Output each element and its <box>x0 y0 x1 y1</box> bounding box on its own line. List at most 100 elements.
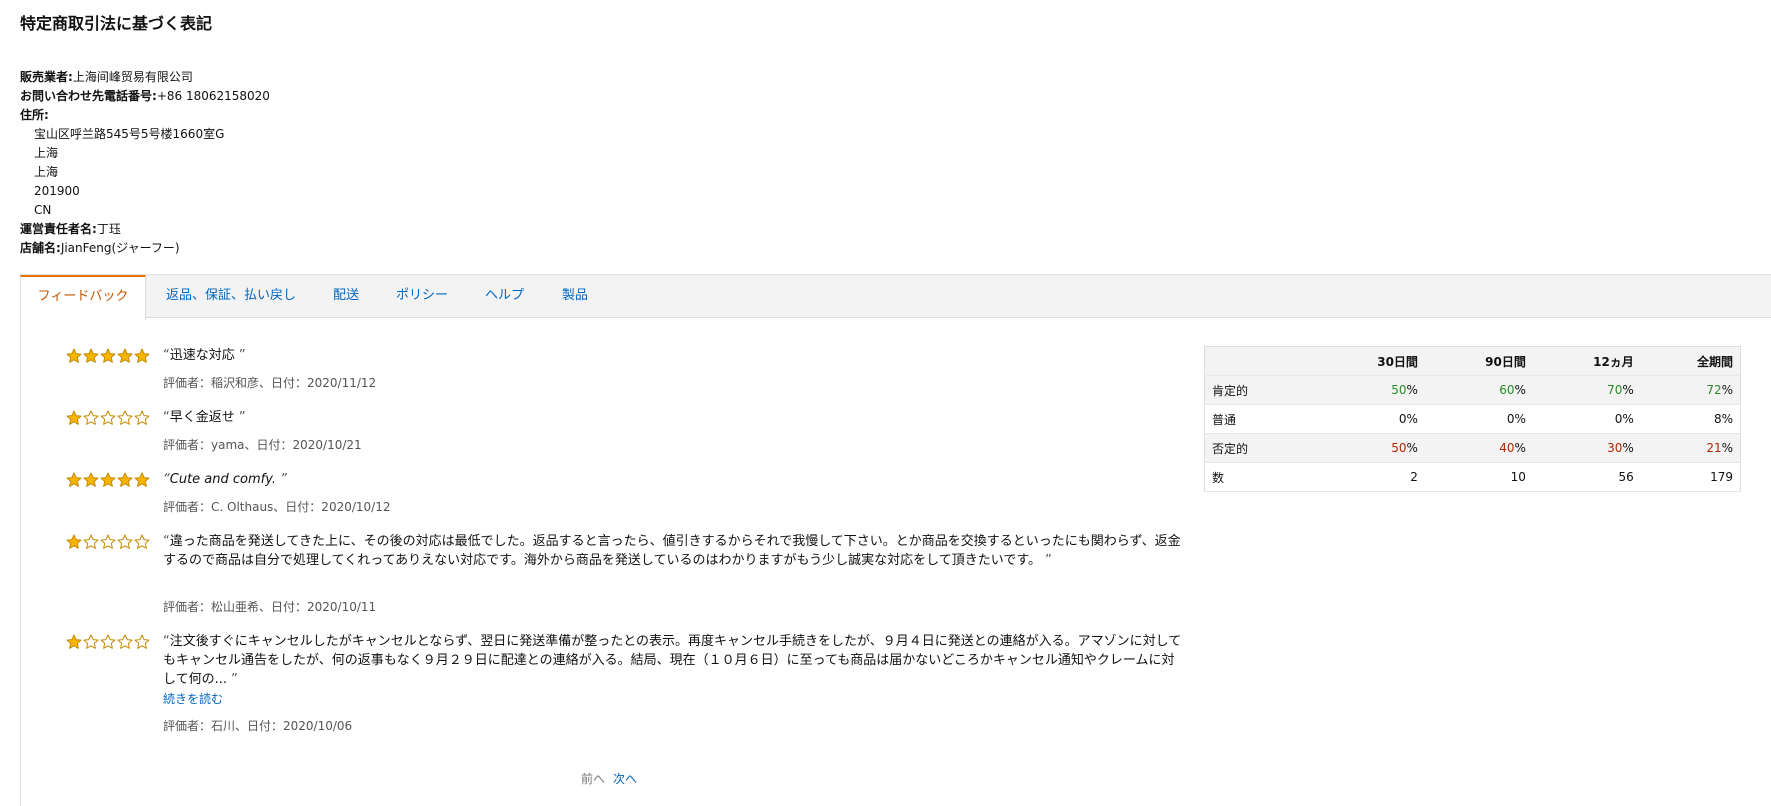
star-empty-icon <box>83 410 99 425</box>
star-rating <box>66 534 150 550</box>
seller-label: 販売業者: <box>20 70 73 84</box>
review-body: Cute and comfy. <box>169 472 277 487</box>
stats-suffix: % <box>1406 441 1418 455</box>
stats-row-positive: 肯定的 50% 60% 70% 72% <box>1204 375 1741 405</box>
stats-cell: 72% <box>1640 375 1741 405</box>
store-label: 店舗名: <box>20 241 61 255</box>
stats-suffix: % <box>1406 412 1418 426</box>
page-title: 特定商取引法に基づく表記 <box>20 14 213 33</box>
star-rating <box>66 410 150 426</box>
address-line: 201900 <box>34 184 80 198</box>
stats-value: 72 <box>1706 383 1722 397</box>
star-empty-icon <box>134 534 150 549</box>
tab-returns[interactable]: 返品、保証、払い戻し <box>166 275 296 319</box>
review-meta: 評価者：松山亜希、日付：2020/10/11 <box>163 600 377 614</box>
stats-cell: 56 <box>1532 462 1641 492</box>
stats-row-label: 数 <box>1204 462 1317 492</box>
stats-value: 2 <box>1410 470 1418 484</box>
stats-cell: 2 <box>1317 462 1425 492</box>
address-line: 宝山区呼兰路545号5号楼1660室G <box>34 127 225 141</box>
stats-row-label: 肯定的 <box>1204 375 1317 405</box>
address-line: 上海 <box>34 165 59 179</box>
stats-cell: 179 <box>1640 462 1741 492</box>
stats-value: 21 <box>1706 441 1722 455</box>
open-quote: “ <box>163 472 170 487</box>
stats-header-corner <box>1204 346 1317 376</box>
seller-row: 販売業者:上海间峰贸易有限公司 <box>20 68 270 87</box>
tab-shipping[interactable]: 配送 <box>333 275 359 319</box>
manager-row: 運営責任者名:丁珏 <box>20 220 270 239</box>
star-empty-icon <box>100 534 116 549</box>
stats-value: 8 <box>1713 412 1722 426</box>
seller-value: 上海间峰贸易有限公司 <box>72 70 193 84</box>
tab-products[interactable]: 製品 <box>562 275 588 319</box>
star-filled-icon <box>66 634 82 649</box>
tab-help[interactable]: ヘルプ <box>485 275 524 319</box>
review-text: “違った商品を発送してきた上に、その後の対応は最低でした。返品すると言ったら、値… <box>163 532 1183 570</box>
review-body: 迅速な対応 <box>169 348 235 363</box>
next-page-button[interactable]: 次へ <box>613 772 637 786</box>
review-body: 違った商品を発送してきた上に、その後の対応は最低でした。返品すると言ったら、値引… <box>163 534 1181 568</box>
stats-cell: 60% <box>1424 375 1533 405</box>
stats-header-90d: 90日間 <box>1424 346 1533 376</box>
manager-value: 丁珏 <box>96 222 121 236</box>
stats-cell: 50% <box>1317 433 1425 463</box>
phone-value: +86 18062158020 <box>156 89 270 103</box>
stats-suffix: % <box>1514 412 1526 426</box>
stats-suffix: % <box>1721 412 1733 426</box>
review-body: 注文後すぐにキャンセルしたがキャンセルとならず、翌日に発送準備が整ったとの表示。… <box>163 634 1182 687</box>
store-value: JianFeng(ジャーフー) <box>60 241 180 255</box>
stats-value: 60 <box>1499 383 1515 397</box>
star-empty-icon <box>83 634 99 649</box>
star-filled-icon <box>83 348 99 363</box>
stats-row-label: 普通 <box>1204 404 1317 434</box>
stats-value: 0 <box>1398 412 1407 426</box>
seller-info: 販売業者:上海间峰贸易有限公司 お問い合わせ先電話番号:+86 18062158… <box>20 68 270 258</box>
tab-feedback[interactable]: フィードバック <box>20 275 146 320</box>
star-filled-icon <box>100 348 116 363</box>
stats-value: 50 <box>1391 441 1407 455</box>
stats-value: 10 <box>1510 470 1526 484</box>
star-empty-icon <box>134 634 150 649</box>
stats-suffix: % <box>1622 412 1634 426</box>
close-quote: ” <box>276 472 287 487</box>
star-filled-icon <box>134 472 150 487</box>
store-row: 店舗名:JianFeng(ジャーフー) <box>20 239 270 258</box>
stats-value: 70 <box>1607 383 1623 397</box>
content-border <box>20 318 21 806</box>
star-empty-icon <box>117 634 133 649</box>
tab-policy[interactable]: ポリシー <box>396 275 448 319</box>
stats-row-neutral: 普通 0% 0% 0% 8% <box>1204 404 1741 434</box>
close-quote: ” <box>227 672 238 687</box>
stats-value: 30 <box>1607 441 1623 455</box>
star-rating <box>66 472 150 488</box>
phone-label: お問い合わせ先電話番号: <box>20 89 157 103</box>
review-meta: 評価者：C. Olthaus、日付：2020/10/12 <box>163 500 391 514</box>
pagination: 前へ 次へ <box>581 770 637 787</box>
review-text: “Cute and comfy. ” <box>163 470 1183 489</box>
review-body: 早く金返せ <box>169 410 235 425</box>
close-quote: ” <box>234 348 246 363</box>
stats-cell: 50% <box>1317 375 1425 405</box>
stats-cell: 0% <box>1424 404 1533 434</box>
star-filled-icon <box>83 472 99 487</box>
address-label: 住所: <box>20 108 49 122</box>
manager-label: 運営責任者名: <box>20 222 97 236</box>
stats-value: 50 <box>1391 383 1407 397</box>
read-more-link[interactable]: 続きを読む <box>163 690 223 707</box>
feedback-stats-table: 30日間 90日間 12ヵ月 全期間 肯定的 50% 60% 70% 72% 普… <box>1204 346 1741 492</box>
star-empty-icon <box>134 410 150 425</box>
stats-cell: 21% <box>1640 433 1741 463</box>
star-empty-icon <box>100 410 116 425</box>
star-filled-icon <box>66 410 82 425</box>
star-empty-icon <box>117 534 133 549</box>
stats-row-label: 否定的 <box>1204 433 1317 463</box>
stats-header-30d: 30日間 <box>1317 346 1425 376</box>
close-quote: ” <box>1041 553 1052 568</box>
star-empty-icon <box>100 634 116 649</box>
stats-header-12m: 12ヵ月 <box>1532 346 1641 376</box>
stats-cell: 10 <box>1424 462 1533 492</box>
stats-cell: 0% <box>1317 404 1425 434</box>
star-filled-icon <box>66 348 82 363</box>
review-meta: 評価者：石川、日付：2020/10/06 <box>163 719 353 733</box>
